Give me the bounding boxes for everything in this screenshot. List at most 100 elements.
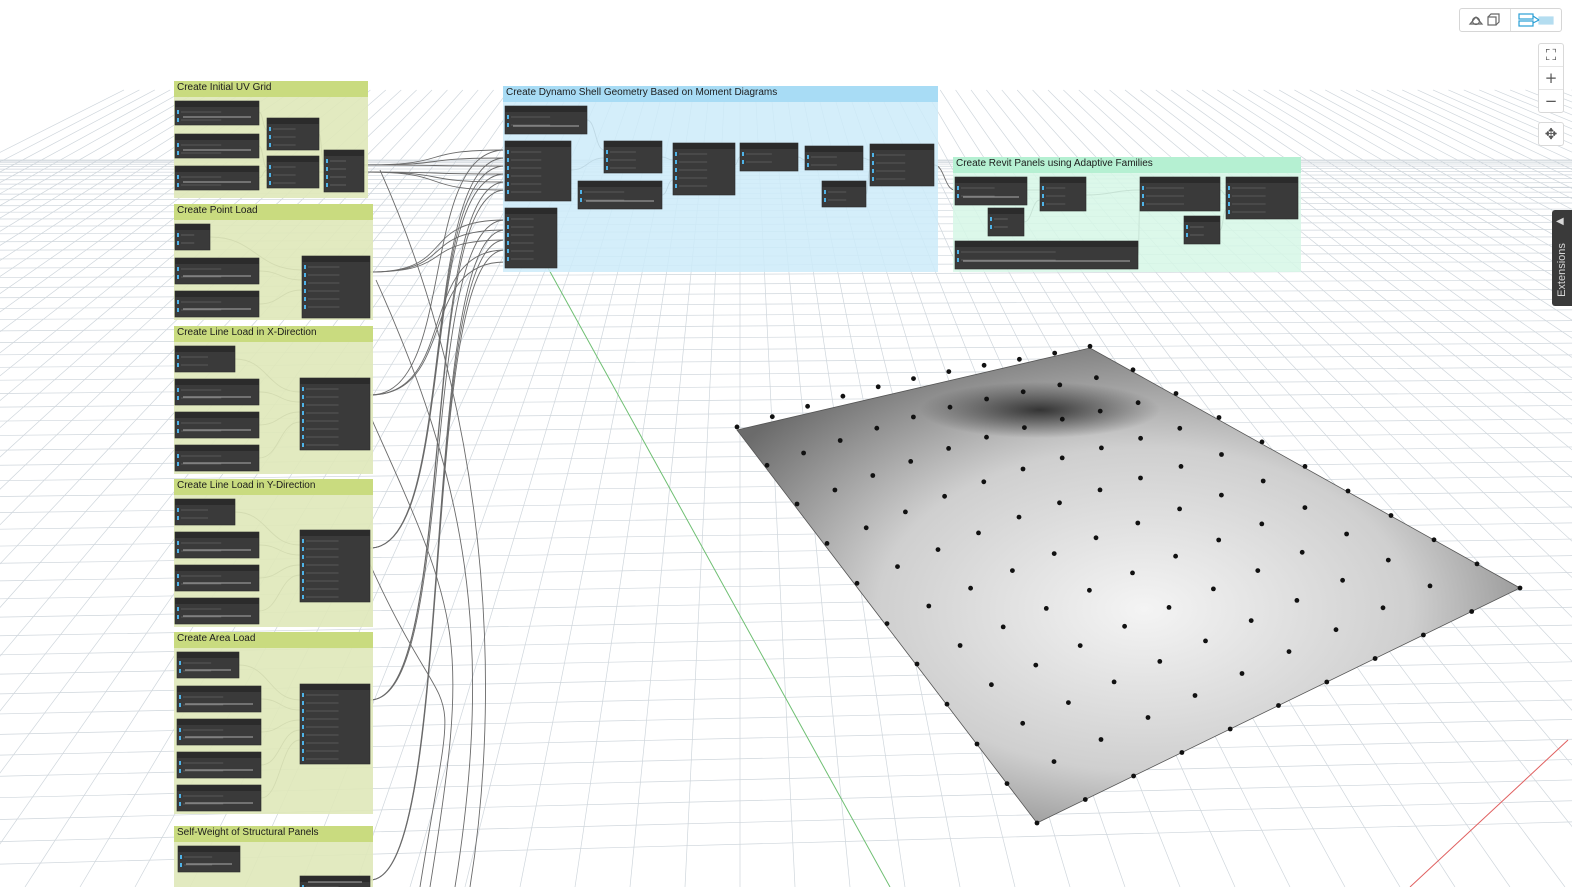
surface-point bbox=[1131, 773, 1136, 779]
graph-node[interactable] bbox=[603, 140, 663, 174]
surface-point bbox=[1166, 605, 1172, 610]
graph-node[interactable] bbox=[1139, 176, 1221, 212]
graph-node[interactable] bbox=[174, 564, 260, 592]
graph-node[interactable] bbox=[174, 345, 236, 373]
surface-point bbox=[1022, 425, 1027, 430]
graph-node[interactable] bbox=[869, 143, 935, 187]
graph-node[interactable] bbox=[299, 377, 371, 451]
zoom-fit-icon: ⛶ bbox=[1545, 46, 1557, 64]
graph-node[interactable] bbox=[174, 100, 260, 126]
graph-node[interactable] bbox=[987, 207, 1025, 237]
surface-point bbox=[1385, 557, 1391, 563]
surface-point bbox=[1094, 375, 1099, 381]
surface-point bbox=[863, 525, 869, 531]
surface-point bbox=[1211, 586, 1216, 592]
graph-node[interactable] bbox=[821, 180, 867, 208]
graph-node[interactable] bbox=[176, 784, 262, 812]
graph-node[interactable] bbox=[504, 207, 558, 269]
graph-node[interactable] bbox=[323, 149, 365, 193]
group-title-linex: Create Line Load in X-Direction bbox=[177, 327, 317, 338]
graph-node[interactable] bbox=[174, 223, 211, 251]
surface-point bbox=[1052, 350, 1058, 356]
graph-node[interactable] bbox=[266, 117, 320, 151]
graph-node[interactable] bbox=[1183, 215, 1221, 245]
surface-point bbox=[1130, 367, 1136, 373]
graph-node[interactable] bbox=[174, 498, 236, 526]
surface-point bbox=[1177, 506, 1182, 512]
surface-point bbox=[1302, 464, 1308, 469]
surface-point bbox=[1179, 750, 1185, 755]
zoom-in-button[interactable]: + bbox=[1539, 67, 1563, 90]
graph-node[interactable] bbox=[299, 683, 371, 765]
graph-node[interactable] bbox=[174, 411, 260, 439]
surface-point bbox=[1051, 759, 1057, 764]
zoom-out-button[interactable]: − bbox=[1539, 90, 1563, 112]
surface-point bbox=[1431, 537, 1437, 543]
graph-node[interactable] bbox=[174, 531, 260, 559]
surface-point bbox=[1016, 514, 1022, 520]
graph-node[interactable] bbox=[176, 751, 262, 779]
graph-node[interactable] bbox=[1225, 176, 1299, 220]
graph-node[interactable] bbox=[174, 597, 260, 625]
graph-node[interactable] bbox=[177, 845, 241, 873]
graph-node[interactable] bbox=[176, 685, 262, 713]
surface-point bbox=[805, 403, 810, 409]
surface-point bbox=[1111, 679, 1117, 685]
surface-point bbox=[884, 621, 890, 626]
surface-point bbox=[1087, 343, 1093, 349]
zoom-in-icon: + bbox=[1544, 69, 1558, 87]
surface-point bbox=[854, 580, 860, 586]
graph-node[interactable] bbox=[174, 133, 260, 159]
surface-point bbox=[1097, 487, 1103, 493]
surface-point bbox=[764, 462, 770, 468]
surface-point bbox=[1138, 435, 1143, 441]
graph-node[interactable] bbox=[174, 378, 260, 406]
graph-node[interactable] bbox=[176, 718, 262, 746]
zoom-fit-button[interactable]: ⛶ bbox=[1539, 44, 1563, 67]
graph-node[interactable] bbox=[301, 255, 371, 319]
graph-node[interactable] bbox=[174, 290, 260, 318]
graph-node[interactable] bbox=[299, 529, 371, 603]
surface-point bbox=[1099, 445, 1104, 451]
graph-node[interactable] bbox=[954, 176, 1028, 206]
surface-point bbox=[926, 603, 932, 609]
pan-button[interactable]: ✥ bbox=[1539, 123, 1563, 145]
surface-point bbox=[1157, 659, 1163, 664]
surface-point bbox=[1135, 520, 1141, 526]
graph-node[interactable] bbox=[504, 140, 572, 202]
geometry-view-button[interactable] bbox=[1460, 9, 1511, 31]
surface-point bbox=[1216, 415, 1222, 420]
graph-node[interactable] bbox=[1039, 176, 1087, 212]
surface-point bbox=[1135, 400, 1141, 406]
extensions-tab[interactable]: ◀ Extensions bbox=[1552, 210, 1572, 306]
canvas[interactable]: Create Initial UV Grid Create Point Load… bbox=[0, 0, 1572, 887]
geometry-view-icon bbox=[1468, 13, 1500, 26]
surface-point bbox=[1097, 408, 1103, 414]
surface-point bbox=[1043, 606, 1049, 611]
graph-node[interactable] bbox=[804, 145, 864, 171]
surface-point bbox=[1380, 605, 1386, 611]
surface-point bbox=[1093, 535, 1099, 541]
graph-node[interactable] bbox=[577, 180, 663, 210]
graph-node[interactable] bbox=[174, 444, 260, 472]
graph-node[interactable] bbox=[174, 257, 260, 285]
group-title-area: Create Area Load bbox=[177, 633, 255, 644]
group-title-shell: Create Dynamo Shell Geometry Based on Mo… bbox=[506, 87, 777, 98]
graph-view-button[interactable] bbox=[1511, 9, 1561, 31]
surface-point bbox=[903, 509, 908, 515]
graph-node[interactable] bbox=[299, 875, 371, 887]
surface-point bbox=[1057, 382, 1063, 388]
graph-node[interactable] bbox=[954, 240, 1139, 270]
graph-node[interactable] bbox=[739, 142, 799, 172]
graph-node[interactable] bbox=[174, 165, 260, 191]
graph-node[interactable] bbox=[266, 155, 320, 189]
surface-point bbox=[976, 530, 981, 536]
surface-point bbox=[1474, 561, 1480, 567]
graph-node[interactable] bbox=[672, 142, 736, 196]
surface-point bbox=[1216, 537, 1222, 543]
surface-point bbox=[1227, 726, 1233, 732]
graph-node[interactable] bbox=[504, 105, 588, 135]
surface-point bbox=[1388, 513, 1394, 518]
surface-point bbox=[1004, 781, 1010, 786]
graph-node[interactable] bbox=[176, 651, 240, 679]
